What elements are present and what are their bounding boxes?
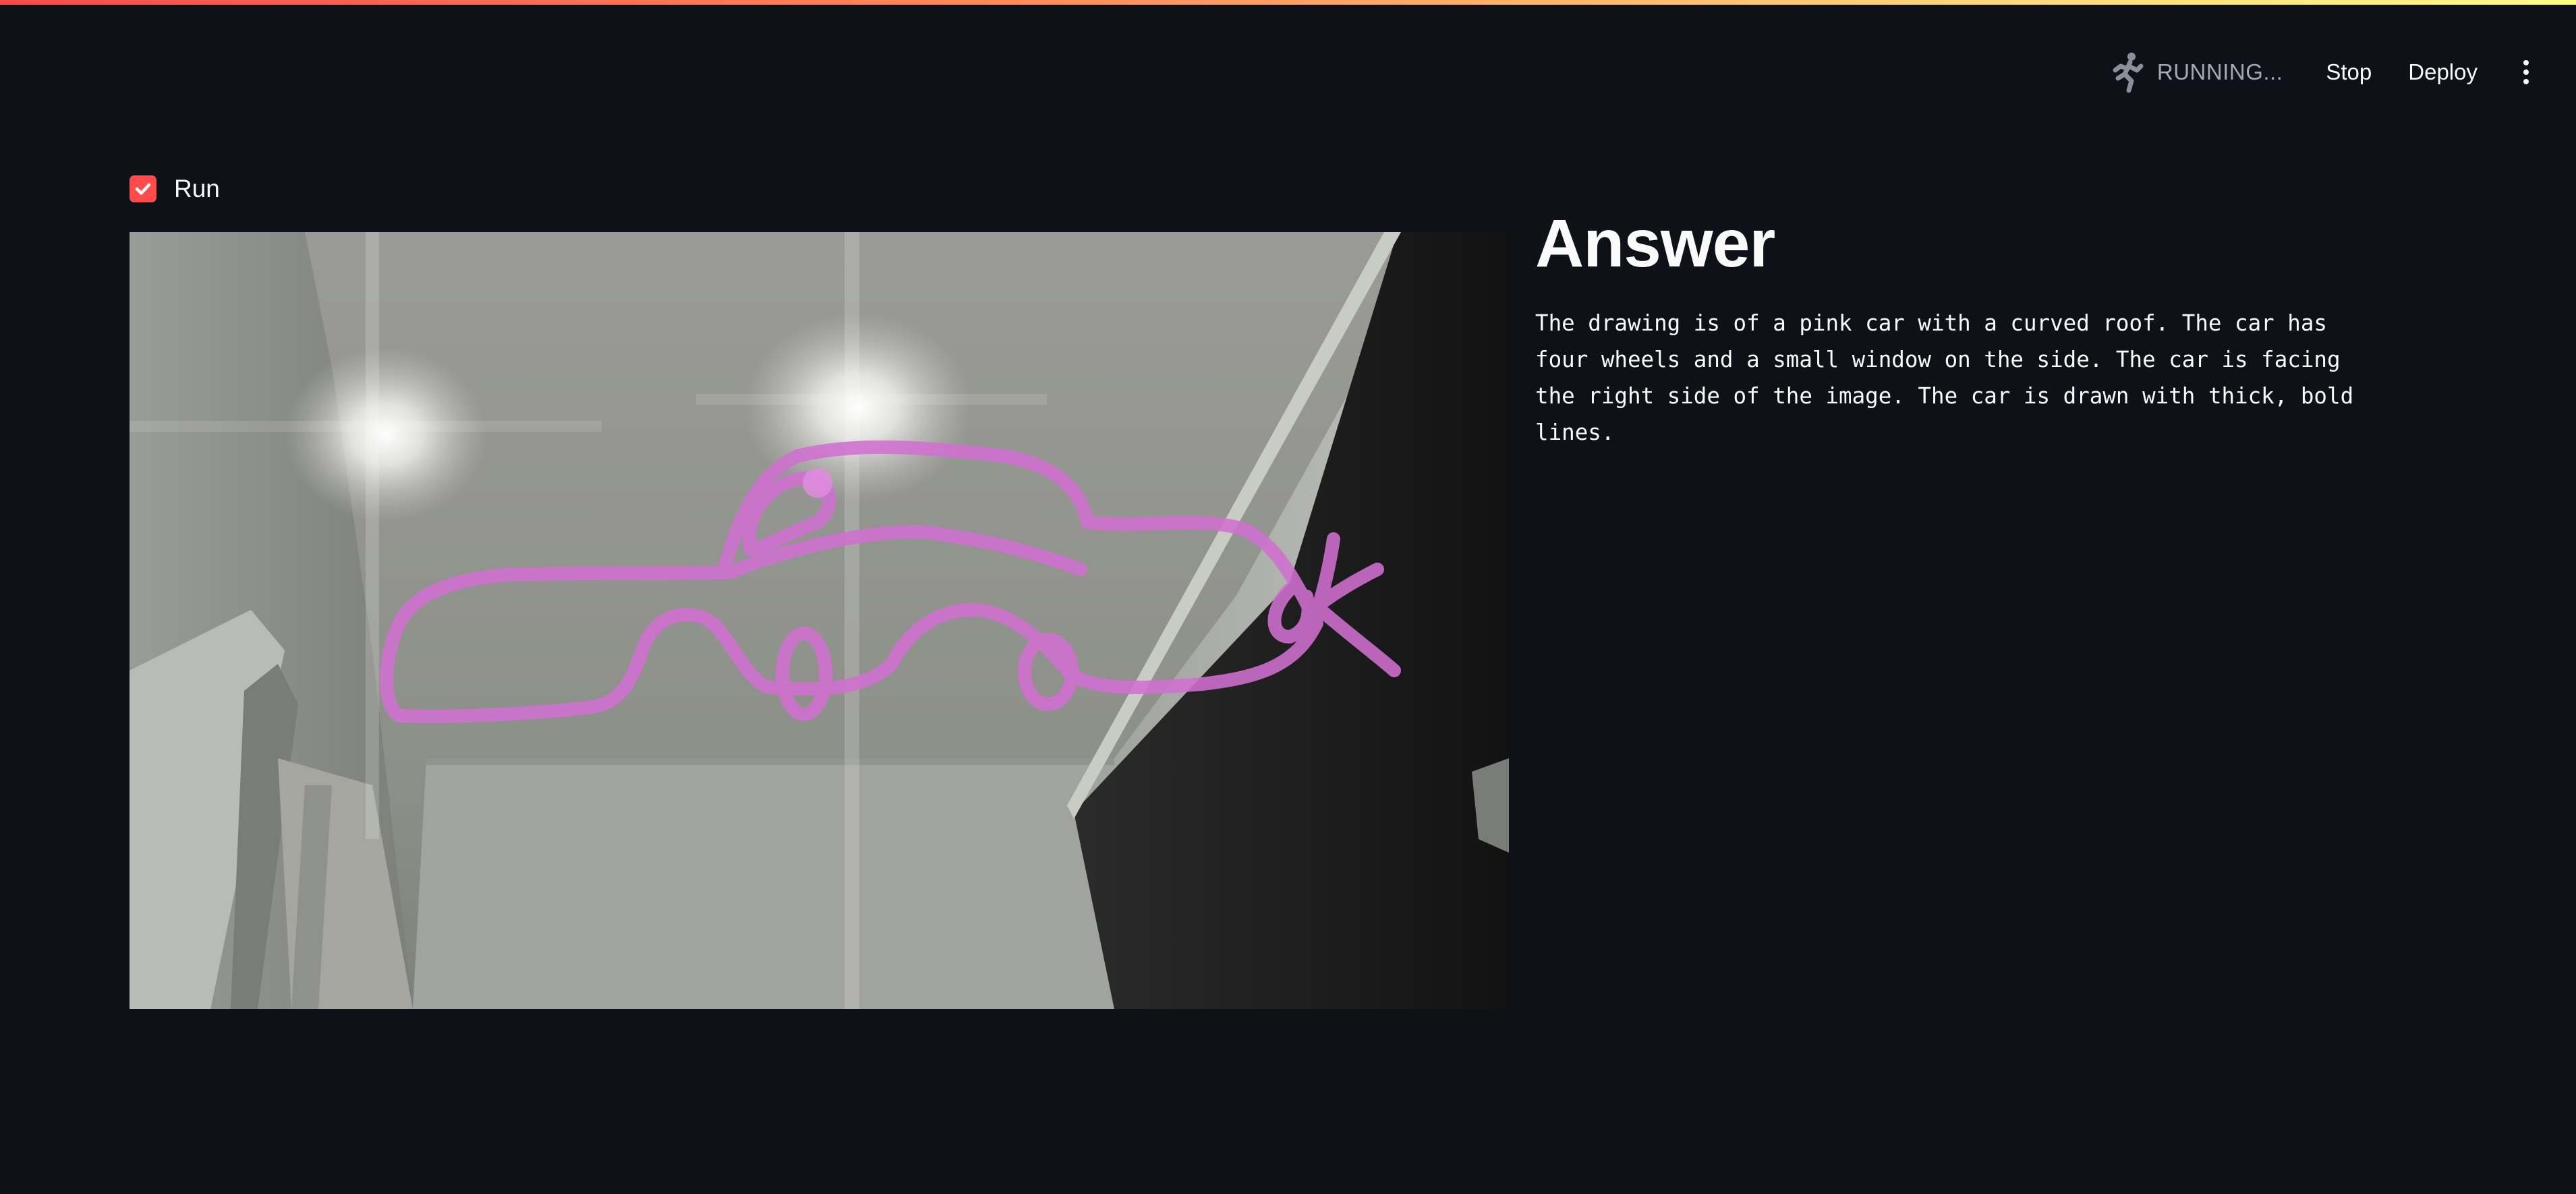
webcam-feed-image	[130, 232, 1509, 1009]
app-toolbar: RUNNING... Stop Deploy	[2111, 47, 2541, 97]
deploy-button[interactable]: Deploy	[2393, 51, 2492, 93]
menu-dot	[2523, 69, 2529, 75]
answer-heading: Answer	[1535, 206, 1775, 281]
answer-body: The drawing is of a pink car with a curv…	[1535, 310, 2354, 445]
running-man-icon	[2111, 51, 2146, 93]
run-checkbox-label: Run	[174, 175, 220, 202]
answer-section: Answer The drawing is of a pink car with…	[1535, 200, 2372, 451]
menu-dot	[2523, 79, 2529, 84]
header-decoration-bar	[0, 0, 2576, 5]
kebab-menu-icon[interactable]	[2511, 51, 2541, 93]
stop-button[interactable]: Stop	[2311, 51, 2386, 93]
checkbox-checked-icon[interactable]	[130, 175, 156, 202]
running-status: RUNNING...	[2111, 51, 2283, 93]
running-status-text: RUNNING...	[2156, 59, 2283, 84]
run-checkbox[interactable]: Run	[130, 173, 220, 205]
menu-dot	[2523, 60, 2529, 65]
